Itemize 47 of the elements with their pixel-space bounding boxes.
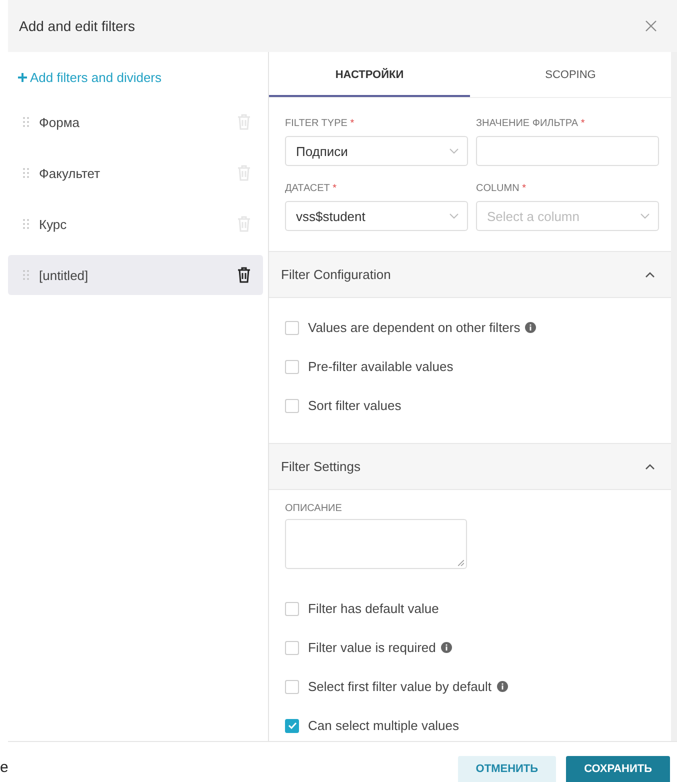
checkbox-label: Select first filter value by default <box>308 679 492 694</box>
section-header[interactable]: Filter Configuration <box>269 251 671 298</box>
cancel-button[interactable]: ОТМЕНИТЬ <box>458 756 556 782</box>
checkbox[interactable] <box>285 640 299 654</box>
chevron-down-icon <box>640 213 650 219</box>
input-field[interactable] <box>476 136 659 166</box>
field-label: FILTER TYPE * <box>285 118 356 129</box>
checkbox-label: Can select multiple values <box>308 718 460 733</box>
filter-list-item[interactable]: Факультет <box>8 153 263 193</box>
select-field[interactable]: Подписи <box>285 136 468 166</box>
checkbox[interactable] <box>285 602 299 616</box>
save-button[interactable]: СОХРАНИТЬ <box>566 756 670 782</box>
plus-icon <box>18 73 27 82</box>
check-icon <box>288 722 296 729</box>
checkbox-label: Pre-filter available values <box>308 359 454 374</box>
checkbox[interactable] <box>285 718 299 732</box>
checkbox-label: Filter value is required <box>308 640 436 655</box>
trash-icon[interactable] <box>237 267 251 283</box>
field-label: ЗНАЧЕНИЕ ФИЛЬТРА * <box>476 118 586 129</box>
section-header[interactable]: Filter Settings <box>269 443 671 490</box>
field-label: ДАТАСЕТ * <box>285 183 338 194</box>
dialog-title: Add and edit filters <box>19 18 135 34</box>
checkbox-label: Sort filter values <box>308 398 402 413</box>
select-field[interactable]: vss$student <box>285 201 468 231</box>
checkbox-label: Values are dependent on other filters <box>308 320 520 335</box>
field-label: COLUMN * <box>476 183 528 194</box>
background-text: e <box>0 760 8 776</box>
chevron-down-icon <box>449 148 459 154</box>
drag-handle-icon[interactable] <box>23 168 29 178</box>
checkbox[interactable] <box>285 360 299 374</box>
checkbox[interactable] <box>285 320 299 334</box>
filter-list-item[interactable]: Курс <box>8 204 263 244</box>
drag-handle-icon[interactable] <box>23 117 29 127</box>
tab[interactable]: SCOPING <box>470 55 671 97</box>
resize-handle-icon <box>458 560 464 566</box>
chevron-down-icon <box>449 213 459 219</box>
checkbox[interactable] <box>285 398 299 412</box>
checkbox[interactable] <box>285 680 299 694</box>
field-label: ОПИСАНИЕ <box>285 503 343 514</box>
filter-list-item[interactable]: [untitled] <box>8 255 263 295</box>
drag-handle-icon[interactable] <box>23 270 29 280</box>
checkbox-label: Filter has default value <box>308 601 439 616</box>
description-textarea[interactable] <box>285 519 467 569</box>
filter-list-item[interactable]: Форма <box>8 102 263 142</box>
tab[interactable]: НАСТРОЙКИ <box>269 55 470 97</box>
drag-handle-icon[interactable] <box>23 219 29 229</box>
close-icon[interactable] <box>645 20 657 32</box>
